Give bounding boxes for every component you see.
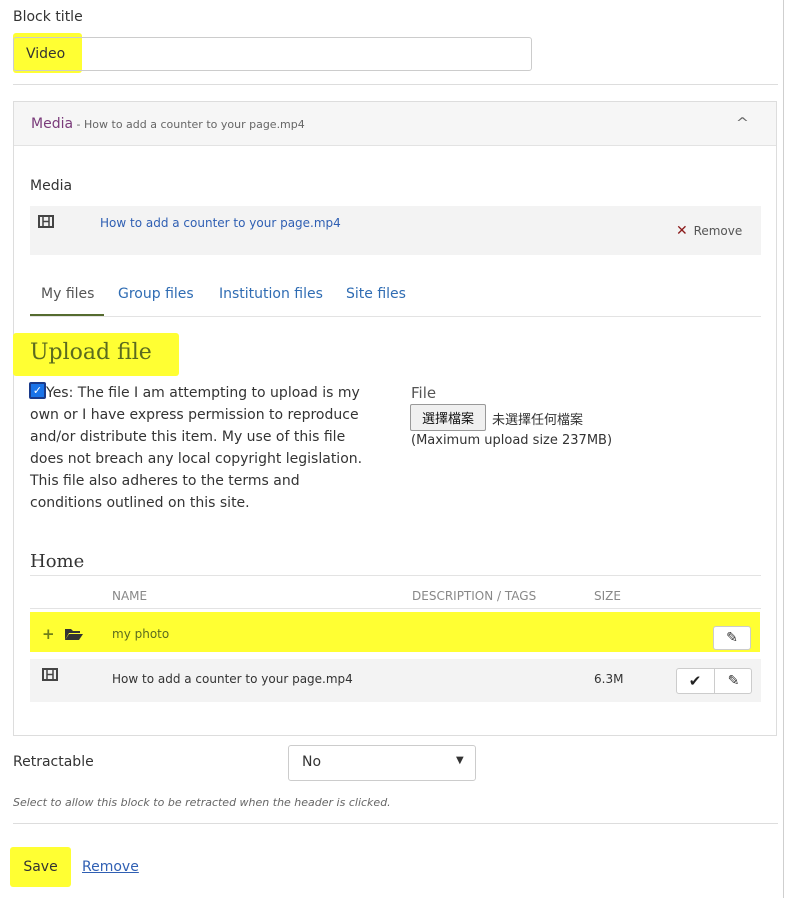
chevron-up-icon[interactable]: ^ (736, 116, 749, 131)
block-title-label: Block title (13, 9, 83, 25)
pencil-icon: ✎ (726, 630, 738, 646)
selected-media-link[interactable]: How to add a counter to your page.mp4 (100, 216, 341, 230)
divider (13, 823, 778, 824)
divider (13, 84, 778, 85)
folder-name-link[interactable]: my photo (112, 627, 169, 641)
retractable-label: Retractable (13, 754, 94, 770)
media-panel-title-text: Media (31, 116, 74, 132)
media-label: Media (30, 178, 73, 194)
table-header-divider (30, 608, 761, 609)
no-file-chosen-text: 未選擇任何檔案 (492, 413, 584, 428)
caret-down-icon: ▼ (456, 755, 464, 766)
pencil-icon: ✎ (727, 673, 740, 689)
edit-folder-button[interactable]: ✎ (713, 626, 751, 650)
folder-open-icon (64, 626, 84, 640)
tab-group-files[interactable]: Group files (118, 286, 194, 302)
home-divider (30, 575, 761, 576)
file-label: File (411, 384, 437, 402)
choose-file-button[interactable]: 選擇檔案 (410, 404, 486, 431)
remove-media-label: Remove (693, 224, 743, 238)
agreement-text: Yes: The file I am attempting to upload … (30, 385, 363, 511)
select-file-button[interactable]: ✔ (676, 668, 714, 694)
file-size: 6.3M (594, 672, 624, 686)
remove-block-link[interactable]: Remove (82, 859, 139, 875)
block-title-input[interactable] (13, 37, 532, 71)
column-header-name: NAME (112, 589, 148, 603)
film-icon (42, 668, 58, 685)
edit-file-button[interactable]: ✎ (715, 668, 752, 694)
check-icon: ✔ (688, 672, 702, 690)
home-breadcrumb[interactable]: Home (30, 551, 84, 572)
media-panel-subtitle: - How to add a counter to your page.mp4 (73, 118, 305, 131)
max-upload-size: (Maximum upload size 237MB) (411, 433, 613, 448)
agreement-checkbox[interactable]: ✓ (29, 382, 46, 399)
column-header-description: DESCRIPTION / TAGS (412, 589, 537, 603)
remove-media-button[interactable]: ✕ Remove (676, 223, 742, 239)
retractable-selected-value: No (302, 754, 322, 770)
media-panel-title: Media - How to add a counter to your pag… (31, 116, 305, 132)
film-icon (38, 215, 54, 232)
upload-file-heading: Upload file (30, 340, 152, 365)
active-tab-indicator (30, 314, 104, 316)
retractable-help-text: Select to allow this block to be retract… (13, 796, 391, 809)
selected-media-row (30, 206, 761, 255)
close-icon: ✕ (676, 223, 688, 239)
file-name-link[interactable]: How to add a counter to your page.mp4 (112, 672, 353, 686)
page-edge-divider (783, 0, 784, 898)
save-button[interactable]: Save (10, 847, 71, 887)
tab-site-files[interactable]: Site files (346, 286, 406, 302)
plus-icon[interactable]: + (42, 625, 55, 643)
tabs-divider (30, 316, 761, 317)
column-header-size: SIZE (594, 589, 621, 603)
tab-my-files[interactable]: My files (41, 286, 94, 302)
tab-institution-files[interactable]: Institution files (219, 286, 323, 302)
